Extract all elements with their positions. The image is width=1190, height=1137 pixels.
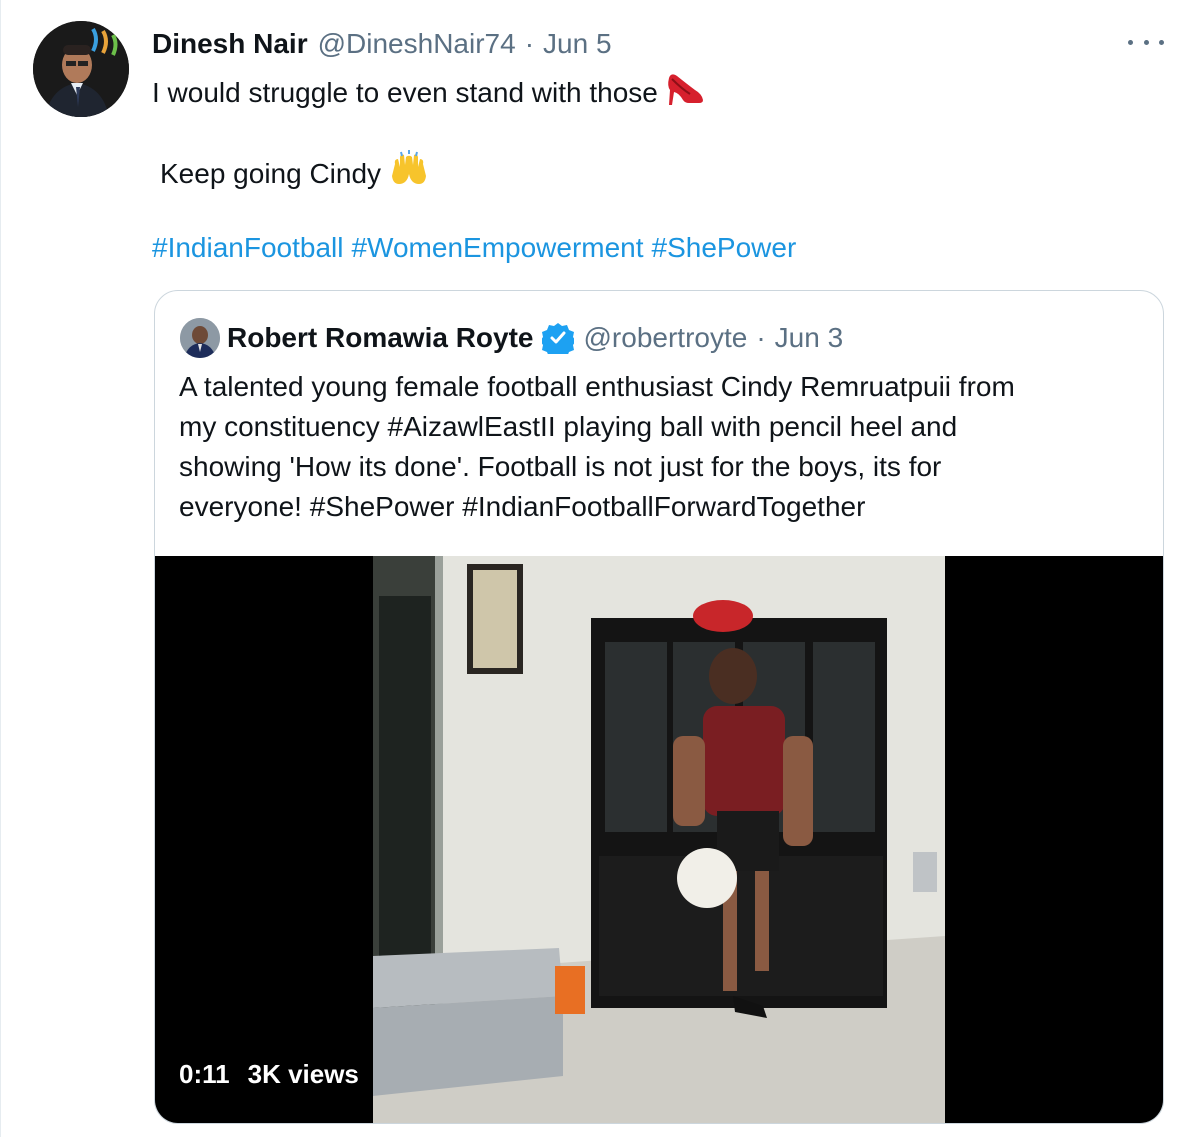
tweet-hashtags: #IndianFootball #WomenEmpowerment #ShePo… <box>152 230 796 266</box>
video-views: 3K views <box>247 1059 359 1089</box>
tweet-header: Dinesh Nair @DineshNair74 · Jun 5 <box>152 26 612 62</box>
tweet-text-line-1: I would struggle to even stand with thos… <box>152 70 706 115</box>
raising-hands-icon <box>389 150 429 197</box>
tweet-text-line-2: Keep going Cindy <box>160 150 429 197</box>
hashtag-link[interactable]: #ShePower <box>652 230 797 266</box>
quoted-author-name[interactable]: Robert Romawia Royte <box>227 322 534 354</box>
high-heel-icon <box>666 70 706 115</box>
separator: · <box>524 28 535 59</box>
hashtag-link[interactable]: #IndianFootball <box>152 230 343 266</box>
quoted-tweet-header: Robert Romawia Royte @robertroyte · Jun … <box>227 320 844 359</box>
quoted-tweet-text-line: A talented young female football enthusi… <box>179 371 1015 402</box>
quoted-tweet-date[interactable]: Jun 3 <box>775 322 844 354</box>
video-duration: 0:11 <box>179 1059 230 1089</box>
quoted-author-avatar[interactable] <box>180 318 220 358</box>
author-handle[interactable]: @DineshNair74 <box>318 26 516 62</box>
tweet-date[interactable]: Jun 5 <box>543 26 612 62</box>
timeline-border <box>0 0 1 1137</box>
more-options-button[interactable] <box>1128 30 1164 54</box>
tweet-text: Keep going Cindy <box>160 157 382 189</box>
more-horizontal-icon <box>1128 39 1133 45</box>
more-horizontal-icon <box>1143 39 1149 45</box>
video-player[interactable]: 0:11 3K views <box>155 556 1163 1123</box>
quoted-tweet-card[interactable]: Robert Romawia Royte @robertroyte · Jun … <box>154 290 1164 1124</box>
quoted-author-handle[interactable]: @robertroyte <box>584 322 748 354</box>
author-avatar[interactable] <box>33 21 129 117</box>
separator: · <box>756 322 766 353</box>
video-meta: 0:11 3K views <box>179 1059 359 1090</box>
author-name[interactable]: Dinesh Nair <box>152 26 308 62</box>
verified-badge-icon <box>539 322 576 359</box>
more-horizontal-icon <box>1159 39 1164 45</box>
quoted-tweet-text-line: my constituency #AizawlEastII playing ba… <box>179 411 958 442</box>
video-thumbnail <box>373 556 945 1123</box>
hashtag-link[interactable]: #WomenEmpowerment <box>351 230 643 266</box>
quoted-tweet-text-line: showing 'How its done'. Football is not … <box>179 451 942 482</box>
tweet-text: I would struggle to even stand with thos… <box>152 76 658 108</box>
quoted-tweet-text-line: everyone! #ShePower #IndianFootballForwa… <box>179 491 866 522</box>
